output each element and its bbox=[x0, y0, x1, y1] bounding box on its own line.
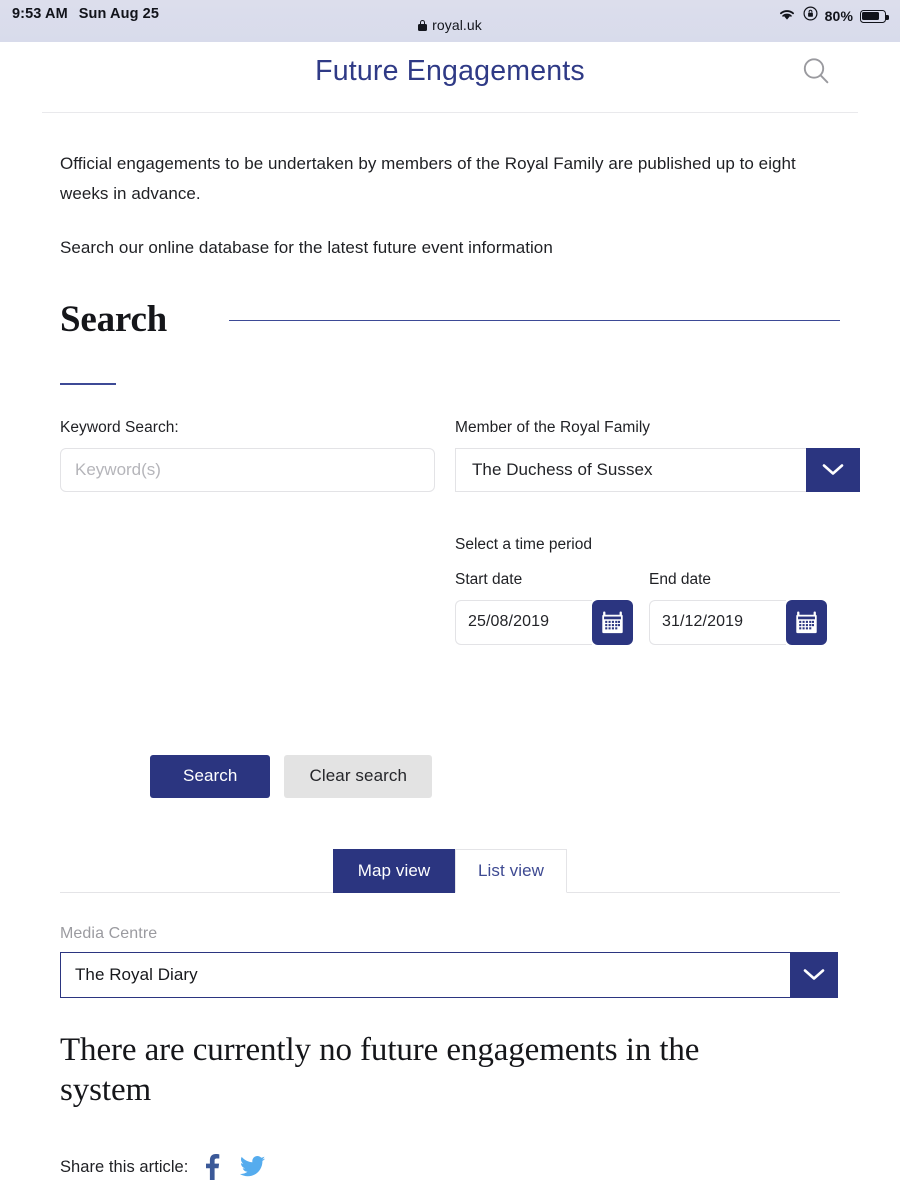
chevron-down-icon bbox=[822, 464, 844, 476]
member-label: Member of the Royal Family bbox=[455, 418, 651, 436]
facebook-icon[interactable] bbox=[204, 1154, 220, 1181]
intro-paragraph-1: Official engagements to be undertaken by… bbox=[60, 154, 796, 204]
search-heading: Search bbox=[60, 298, 168, 340]
empty-results-heading: There are currently no future engagement… bbox=[60, 1031, 700, 1108]
page-header: Future Engagements bbox=[0, 42, 900, 100]
end-date-value[interactable]: 31/12/2019 bbox=[649, 599, 786, 645]
search-accent-bar bbox=[60, 382, 116, 385]
search-form-row: Keyword Search: Member of the Royal Fami… bbox=[60, 419, 860, 645]
end-date-label: End date bbox=[649, 570, 712, 588]
ios-status-bar: 9:53 AM Sun Aug 25 royal.uk 80% bbox=[0, 0, 900, 42]
intro-paragraph-2: Search our online database for the lates… bbox=[60, 237, 553, 257]
time-period-title: Select a time period bbox=[455, 535, 592, 553]
media-centre-select[interactable]: The Royal Diary bbox=[60, 951, 838, 998]
page-root: 9:53 AM Sun Aug 25 royal.uk 80% Future E… bbox=[0, 0, 900, 1200]
member-select-value: The Duchess of Sussex bbox=[455, 447, 806, 492]
header-divider bbox=[42, 112, 858, 113]
status-bar-right: 80% bbox=[778, 6, 889, 26]
share-icons bbox=[204, 1154, 266, 1181]
start-date-group: Start date 25/08/2019 bbox=[455, 571, 633, 645]
battery-percent: 80% bbox=[824, 8, 853, 24]
search-button[interactable]: Search bbox=[150, 754, 271, 798]
member-select[interactable]: The Duchess of Sussex bbox=[455, 447, 860, 492]
start-date-field[interactable]: 25/08/2019 bbox=[455, 599, 633, 645]
start-date-calendar-button[interactable] bbox=[592, 599, 633, 645]
start-date-value[interactable]: 25/08/2019 bbox=[455, 599, 592, 645]
keyword-field-group: Keyword Search: bbox=[60, 419, 435, 645]
rotation-lock-icon bbox=[803, 6, 818, 26]
member-field-group: Member of the Royal Family The Duchess o… bbox=[455, 419, 860, 645]
chevron-down-icon bbox=[803, 969, 825, 981]
clear-search-button[interactable]: Clear search bbox=[284, 754, 433, 798]
twitter-icon[interactable] bbox=[240, 1156, 266, 1178]
calendar-icon bbox=[796, 611, 817, 633]
media-centre-value: The Royal Diary bbox=[60, 951, 790, 998]
keyword-label: Keyword Search: bbox=[60, 418, 179, 436]
search-heading-row: Search bbox=[60, 301, 840, 338]
start-date-label: Start date bbox=[455, 570, 523, 588]
tab-list-view[interactable]: List view bbox=[455, 848, 567, 893]
end-date-calendar-button[interactable] bbox=[786, 599, 827, 645]
status-date: Sun Aug 25 bbox=[78, 6, 159, 22]
lock-icon bbox=[418, 19, 428, 31]
page-title: Future Engagements bbox=[315, 54, 585, 87]
tab-map-view[interactable]: Map view bbox=[333, 848, 455, 893]
main-content: Official engagements to be undertaken by… bbox=[0, 149, 900, 1181]
member-select-button[interactable] bbox=[806, 447, 860, 492]
media-centre-label: Media Centre bbox=[60, 924, 158, 942]
time-period-group: Select a time period Start date 25/08/20… bbox=[455, 536, 860, 645]
view-tabs: Map view List view bbox=[60, 848, 840, 893]
share-row: Share this article: bbox=[60, 1154, 840, 1181]
wifi-icon bbox=[778, 7, 796, 26]
end-date-field[interactable]: 31/12/2019 bbox=[649, 599, 827, 645]
calendar-icon bbox=[602, 611, 623, 633]
battery-icon bbox=[860, 9, 889, 23]
search-input[interactable] bbox=[60, 447, 435, 492]
search-icon[interactable] bbox=[800, 55, 832, 87]
url-text: royal.uk bbox=[432, 17, 482, 33]
end-date-group: End date 31/12/2019 bbox=[649, 571, 827, 645]
share-label: Share this article: bbox=[60, 1157, 189, 1176]
media-centre-group: Media Centre The Royal Diary bbox=[60, 925, 840, 998]
date-row: Start date 25/08/2019 End date 31/12/201… bbox=[455, 571, 860, 645]
status-bar-left: 9:53 AM Sun Aug 25 bbox=[12, 4, 159, 22]
media-centre-select-button[interactable] bbox=[790, 951, 838, 998]
status-time: 9:53 AM bbox=[12, 6, 68, 22]
search-heading-rule bbox=[229, 319, 840, 321]
search-actions: Search Clear search bbox=[60, 754, 840, 798]
